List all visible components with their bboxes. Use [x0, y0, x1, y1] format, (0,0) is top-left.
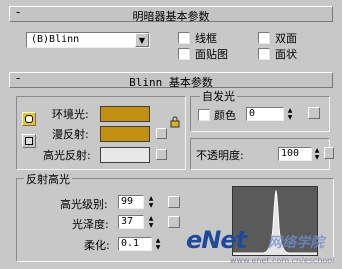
sphere-icon — [25, 115, 33, 123]
watermark-brand: eNet — [186, 226, 247, 254]
soften-value: 0.1 — [121, 238, 140, 249]
self-illum-value: 0 — [249, 108, 256, 119]
watermark: eNet 网络学院 www.enet.com.cn/eschool — [186, 226, 342, 269]
opacity-value: 100 — [281, 148, 300, 159]
faceted-label: 面状 — [275, 48, 297, 61]
diffuse-swatch[interactable] — [100, 126, 150, 142]
opacity-spinner[interactable]: ▲ ▼ — [313, 147, 321, 161]
face-map-label: 面贴图 — [195, 48, 228, 61]
specular-highlights-title: 反射高光 — [24, 171, 72, 187]
shader-rollout-title: 明暗器基本参数 — [132, 10, 210, 23]
opacity-label: 不透明度: — [196, 149, 244, 162]
glossiness-value: 37 — [121, 216, 134, 227]
blinn-rollout-header[interactable]: - Blinn 基本参数 — [9, 71, 333, 89]
specular-level-label: 高光级别: — [60, 198, 108, 211]
self-illum-spinner[interactable]: ▲ ▼ — [286, 107, 294, 121]
glossiness-label: 光泽度: — [72, 218, 109, 231]
face-map-checkbox[interactable] — [178, 48, 190, 60]
soften-spinner[interactable]: ▲ ▼ — [154, 237, 162, 251]
specular-map-button[interactable] — [156, 149, 167, 160]
self-illum-color-checkbox[interactable] — [198, 109, 210, 121]
soften-field[interactable]: 0.1 — [118, 237, 152, 251]
self-illum-title: 自发光 — [200, 88, 237, 104]
color-mode-button[interactable] — [22, 112, 36, 126]
shader-rollout-header[interactable]: - 明暗器基本参数 — [9, 5, 333, 23]
wireframe-checkbox[interactable] — [178, 32, 190, 44]
soften-label: 柔化: — [84, 239, 110, 252]
two-sided-checkbox[interactable] — [258, 32, 270, 44]
watermark-url: www.enet.com.cn/eschool — [230, 256, 335, 265]
shader-select[interactable]: (B)Blinn ▼ — [26, 32, 150, 48]
ambient-swatch[interactable] — [100, 106, 150, 122]
glossiness-map-button[interactable] — [168, 216, 180, 228]
shader-select-value: (B)Blinn — [31, 34, 80, 45]
watermark-cn: 网络学院 — [268, 235, 324, 251]
ambient-label: 环境光: — [52, 108, 89, 121]
diffuse-label: 漫反射: — [52, 128, 89, 141]
specular-swatch[interactable] — [100, 147, 150, 163]
lock-icon — [170, 116, 180, 128]
specular-label: 高光反射: — [43, 149, 91, 162]
layers-icon — [25, 137, 33, 145]
self-illum-color-label: 颜色 — [214, 109, 236, 122]
diffuse-map-button[interactable] — [156, 128, 167, 139]
self-illum-value-field[interactable]: 0 — [246, 107, 284, 121]
self-illum-map-button[interactable] — [308, 107, 320, 119]
lock-button[interactable] — [169, 116, 181, 128]
map-mode-button[interactable] — [22, 134, 36, 148]
faceted-checkbox[interactable] — [258, 48, 270, 60]
glossiness-field[interactable]: 37 — [118, 215, 144, 229]
two-sided-label: 双面 — [275, 32, 297, 45]
specular-level-spinner[interactable]: ▲ ▼ — [147, 195, 155, 209]
specular-level-map-button[interactable] — [168, 196, 180, 208]
blinn-rollout-title: Blinn 基本参数 — [129, 76, 213, 89]
wireframe-label: 线框 — [195, 32, 217, 45]
specular-level-field[interactable]: 99 — [118, 195, 144, 209]
chevron-down-icon[interactable]: ▼ — [135, 33, 149, 47]
glossiness-spinner[interactable]: ▲ ▼ — [147, 215, 155, 229]
opacity-field[interactable]: 100 — [278, 147, 312, 161]
specular-level-value: 99 — [121, 196, 134, 207]
opacity-map-button[interactable] — [324, 147, 334, 159]
